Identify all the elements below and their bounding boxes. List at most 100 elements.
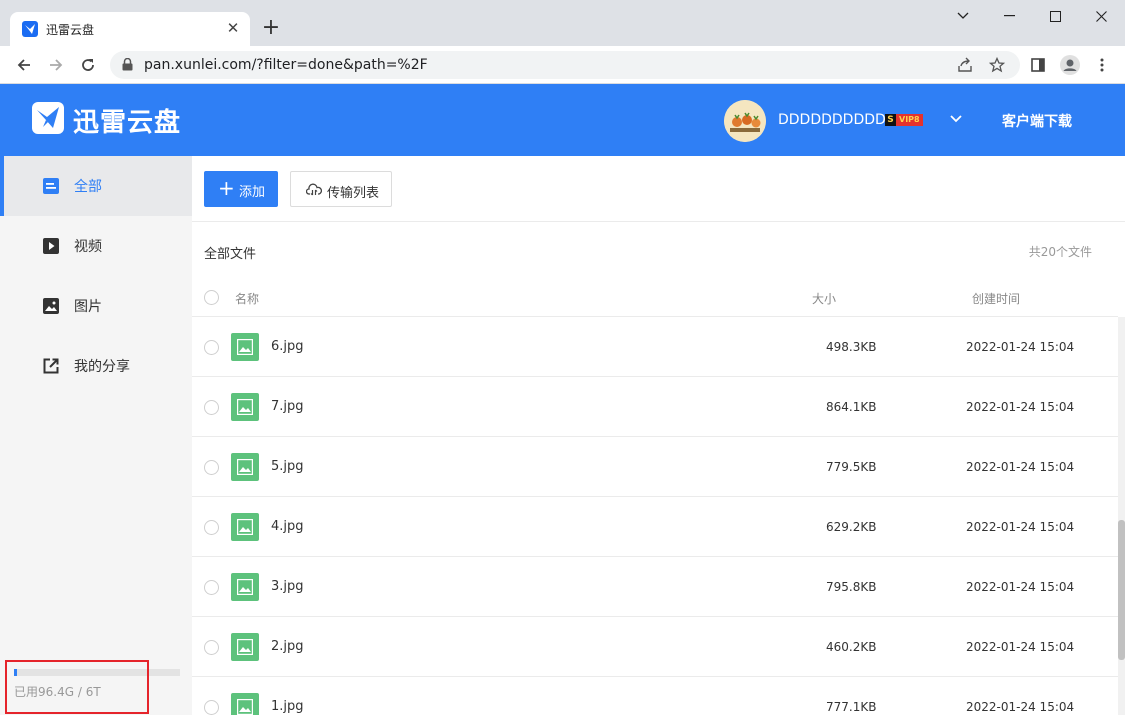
table-row[interactable]: 2.jpg 460.2KB 2022-01-24 15:04 — [192, 617, 1118, 677]
table-row[interactable]: 5.jpg 779.5KB 2022-01-24 15:04 — [192, 437, 1118, 497]
side-panel-icon[interactable] — [1026, 53, 1050, 77]
add-button-label: 添加 — [239, 185, 266, 200]
column-header-size[interactable]: 大小 — [812, 290, 836, 307]
download-client-link[interactable]: 客户端下载 — [1002, 111, 1072, 131]
share-page-icon[interactable] — [956, 56, 974, 74]
share-icon — [43, 358, 59, 374]
file-name[interactable]: 1.jpg — [271, 699, 304, 714]
sidebar-item-label: 我的分享 — [74, 359, 130, 375]
table-row[interactable]: 6.jpg 498.3KB 2022-01-24 15:04 — [192, 317, 1118, 377]
xunlei-logo-icon — [32, 102, 64, 134]
cloud-transfer-icon — [306, 183, 322, 196]
row-select-radio[interactable] — [204, 340, 219, 355]
maximize-icon[interactable] — [1032, 0, 1078, 32]
table-row[interactable]: 7.jpg 864.1KB 2022-01-24 15:04 — [192, 377, 1118, 437]
file-created-time: 2022-01-24 15:04 — [966, 580, 1075, 594]
tab-search-chevron-icon[interactable] — [940, 0, 986, 32]
profile-icon[interactable] — [1058, 53, 1082, 77]
row-select-radio[interactable] — [204, 640, 219, 655]
menu-kebab-icon[interactable] — [1090, 53, 1114, 77]
table-row[interactable]: 1.jpg 777.1KB 2022-01-24 15:04 — [192, 677, 1118, 715]
forward-arrow-icon[interactable] — [43, 52, 69, 78]
row-select-radio[interactable] — [204, 520, 219, 535]
add-button[interactable]: + 添加 — [204, 171, 278, 207]
sidebar-item-video[interactable]: 视频 — [0, 216, 192, 276]
tab-title: 迅雷云盘 — [46, 23, 95, 37]
file-name[interactable]: 7.jpg — [271, 399, 304, 414]
select-all-radio[interactable] — [204, 290, 219, 305]
file-table-header: 名称 大小 创建时间 — [192, 279, 1118, 317]
back-arrow-icon[interactable] — [11, 52, 37, 78]
scrollbar-thumb[interactable] — [1118, 520, 1125, 660]
lock-icon — [122, 57, 133, 75]
file-size: 629.2KB — [826, 520, 877, 534]
column-header-created[interactable]: 创建时间 — [972, 290, 1020, 307]
vip-badge: S VIP8 — [885, 114, 923, 126]
xunlei-favicon-icon — [22, 21, 38, 37]
row-select-radio[interactable] — [204, 400, 219, 415]
file-created-time: 2022-01-24 15:04 — [966, 340, 1075, 354]
close-window-icon[interactable] — [1078, 0, 1124, 32]
transfer-list-button[interactable]: 传输列表 — [290, 171, 392, 207]
address-bar[interactable]: pan.xunlei.com/?filter=done&path=%2F — [110, 51, 1020, 79]
main-toolbar: + 添加 传输列表 — [192, 156, 1125, 222]
sidebar-item-label: 图片 — [74, 299, 102, 315]
image-file-icon — [231, 513, 259, 541]
minimize-icon[interactable] — [986, 0, 1032, 32]
file-count: 共20个文件 — [1028, 245, 1092, 259]
table-row[interactable]: 4.jpg 629.2KB 2022-01-24 15:04 — [192, 497, 1118, 557]
transfer-list-label: 传输列表 — [327, 186, 380, 201]
app-header: 迅雷云盘 DDDDDDDDDD S VIP8 客户端下载 — [0, 84, 1125, 156]
app-logo-text: 迅雷云盘 — [73, 108, 182, 138]
table-row[interactable]: 3.jpg 795.8KB 2022-01-24 15:04 — [192, 557, 1118, 617]
file-size: 498.3KB — [826, 340, 877, 354]
file-list-scrollbar[interactable] — [1118, 317, 1125, 715]
file-name[interactable]: 2.jpg — [271, 639, 304, 654]
column-header-name[interactable]: 名称 — [235, 290, 259, 307]
sidebar-item-my-shares[interactable]: 我的分享 — [0, 336, 192, 396]
reload-icon[interactable] — [75, 52, 101, 78]
plus-icon: + — [218, 176, 235, 200]
file-name[interactable]: 3.jpg — [271, 579, 304, 594]
file-created-time: 2022-01-24 15:04 — [966, 400, 1075, 414]
username[interactable]: DDDDDDDDDD — [778, 112, 886, 128]
avatar[interactable] — [724, 100, 766, 142]
all-files-icon — [43, 178, 59, 194]
file-list: 6.jpg 498.3KB 2022-01-24 15:04 7.jpg 864… — [192, 317, 1118, 715]
bookmark-star-icon[interactable] — [988, 56, 1006, 74]
row-select-radio[interactable] — [204, 580, 219, 595]
file-size: 777.1KB — [826, 700, 877, 714]
sidebar: 全部 视频 图片 我的分享 已用96.4G / 6T — [0, 156, 192, 715]
file-name[interactable]: 4.jpg — [271, 519, 304, 534]
tab-close-icon[interactable]: ✕ — [224, 19, 242, 37]
file-size: 460.2KB — [826, 640, 877, 654]
file-size: 779.5KB — [826, 460, 877, 474]
file-created-time: 2022-01-24 15:04 — [966, 700, 1075, 714]
sidebar-item-images[interactable]: 图片 — [0, 276, 192, 336]
file-size: 864.1KB — [826, 400, 877, 414]
chevron-down-icon[interactable] — [950, 112, 962, 124]
file-created-time: 2022-01-24 15:04 — [966, 640, 1075, 654]
image-file-icon — [231, 633, 259, 661]
breadcrumb: 全部文件 共20个文件 — [192, 223, 1118, 279]
file-created-time: 2022-01-24 15:04 — [966, 460, 1075, 474]
sidebar-item-all[interactable]: 全部 — [0, 156, 192, 216]
vip-level-label: VIP8 — [896, 114, 923, 126]
video-icon — [43, 238, 59, 254]
row-select-radio[interactable] — [204, 460, 219, 475]
row-select-radio[interactable] — [204, 700, 219, 715]
image-file-icon — [231, 453, 259, 481]
image-file-icon — [231, 573, 259, 601]
vip-s-label: S — [885, 114, 896, 126]
annotation-highlight-box — [5, 660, 149, 714]
new-tab-icon[interactable]: + — [260, 17, 282, 39]
file-name[interactable]: 5.jpg — [271, 459, 304, 474]
file-created-time: 2022-01-24 15:04 — [966, 520, 1075, 534]
file-size: 795.8KB — [826, 580, 877, 594]
browser-toolbar: pan.xunlei.com/?filter=done&path=%2F — [0, 46, 1125, 84]
image-icon — [43, 298, 59, 314]
url-text: pan.xunlei.com/?filter=done&path=%2F — [144, 57, 428, 73]
image-file-icon — [231, 693, 259, 715]
file-name[interactable]: 6.jpg — [271, 339, 304, 354]
browser-tab[interactable]: 迅雷云盘 ✕ — [10, 12, 250, 46]
